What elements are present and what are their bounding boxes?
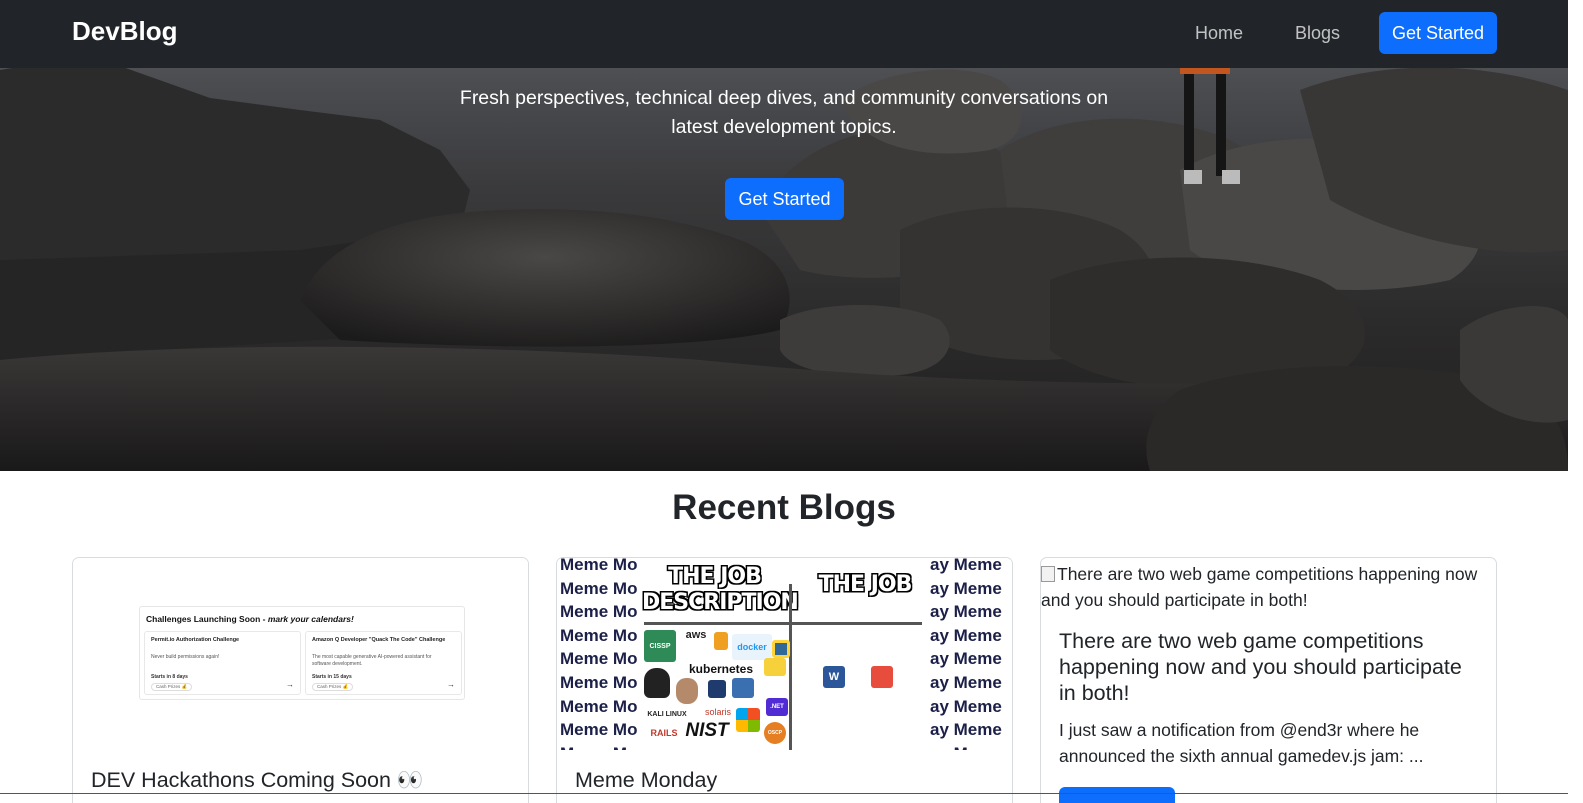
docker-logo-icon: docker bbox=[732, 634, 772, 660]
oscp-logo-icon: OSCP bbox=[764, 722, 786, 744]
meme-repeat-right: ay Meme ay Meme ay Meme ay Meme ay Meme ay Me… bbox=[930, 558, 1002, 750]
hero-background-image bbox=[0, 60, 1568, 471]
kali-linux-logo-icon: KALI LINUX bbox=[647, 710, 687, 718]
blog-card-image: Challenges Launching Soon - mark your ca… bbox=[73, 558, 528, 750]
challenge-box: Amazon Q Developer "Quack The Code" Chal… bbox=[305, 631, 462, 695]
arrow-right-icon: → bbox=[286, 680, 294, 689]
malwarebytes-logo-icon bbox=[708, 680, 726, 698]
blog-card[interactable]: Meme Mo Meme Mo Meme Mo Meme Mo Meme Mo Meme … bbox=[556, 557, 1013, 803]
blog-card[interactable]: There are two web game competitions happ… bbox=[1040, 557, 1497, 803]
recent-blogs-heading: Recent Blogs bbox=[672, 488, 896, 527]
broken-image-icon bbox=[1041, 566, 1055, 582]
python-logo-icon bbox=[772, 640, 790, 658]
blog-card-title[interactable]: Meme Monday bbox=[575, 768, 717, 793]
dotnet-logo-icon: .NET bbox=[766, 698, 788, 716]
rails-logo-icon: RAILS bbox=[650, 728, 678, 738]
challenge-desc: Never build permissions again! bbox=[151, 654, 220, 660]
viewport-bottom-edge bbox=[0, 793, 1568, 794]
hero-get-started-button[interactable]: Get Started bbox=[725, 178, 844, 220]
meme-divider-horizontal bbox=[644, 622, 922, 625]
blog-card-title[interactable]: DEV Hackathons Coming Soon 👀 bbox=[91, 768, 424, 793]
word-logo-icon: W bbox=[823, 666, 845, 688]
misc-logo-icon bbox=[764, 658, 786, 676]
meme-repeat-left: Meme Mo Meme Mo Meme Mo Meme Mo Meme Mo Meme … bbox=[560, 558, 638, 750]
nav-get-started-button[interactable]: Get Started bbox=[1379, 12, 1497, 54]
blog-card-excerpt: I just saw a notification from @end3r wh… bbox=[1059, 720, 1424, 766]
meme-panel: THE JOB DESCRIPTION THE JOB CISSP aws do… bbox=[640, 558, 930, 750]
arrow-right-icon: → bbox=[447, 680, 455, 689]
challenge-box: Permit.io Authorization Challenge Never … bbox=[144, 631, 301, 695]
meme-caption-right: THE JOB bbox=[818, 572, 913, 597]
blog-card[interactable]: Challenges Launching Soon - mark your ca… bbox=[72, 557, 529, 803]
challenge-name: Amazon Q Developer "Quack The Code" Chal… bbox=[312, 637, 446, 643]
challenge-start: Starts in 8 days bbox=[151, 674, 188, 680]
challenges-heading: Challenges Launching Soon - mark your ca… bbox=[146, 614, 354, 624]
linux-tux-icon bbox=[644, 668, 670, 698]
hero-section: Fresh perspectives, technical deep dives… bbox=[0, 0, 1568, 471]
scrollbar-track[interactable] bbox=[1568, 0, 1583, 803]
nav-link-blogs[interactable]: Blogs bbox=[1295, 23, 1340, 44]
aws-logo-icon: aws bbox=[685, 629, 707, 641]
challenge-name: Permit.io Authorization Challenge bbox=[151, 637, 240, 643]
challenges-banner: Challenges Launching Soon - mark your ca… bbox=[139, 606, 465, 700]
read-more-button[interactable] bbox=[1059, 787, 1175, 803]
meme-divider-vertical bbox=[789, 584, 792, 750]
person-face-icon bbox=[676, 678, 698, 704]
brand-logo[interactable]: DevBlog bbox=[72, 16, 177, 47]
hero-subtitle: Fresh perspectives, technical deep dives… bbox=[459, 87, 1109, 138]
html5-logo-icon bbox=[714, 632, 728, 650]
nav-link-home[interactable]: Home bbox=[1195, 23, 1243, 44]
office-logo-icon bbox=[871, 666, 893, 688]
cissp-logo-icon: CISSP bbox=[644, 630, 676, 662]
blog-card-title[interactable]: There are two web game competitions happ… bbox=[1059, 628, 1484, 706]
challenge-desc: The most capable generative AI-powered a… bbox=[312, 654, 432, 667]
solaris-logo-icon: solaris bbox=[704, 707, 731, 717]
kubernetes-logo-icon: kubernetes bbox=[688, 662, 754, 676]
blog-card-image: Meme Mo Meme Mo Meme Mo Meme Mo Meme Mo Meme … bbox=[557, 558, 1012, 750]
windows-logo-icon bbox=[736, 708, 760, 732]
challenge-prize: Cash Prizes 💰 bbox=[312, 683, 354, 691]
page: Fresh perspectives, technical deep dives… bbox=[0, 0, 1583, 803]
blog-card-image-broken: There are two web game competitions happ… bbox=[1041, 564, 1478, 610]
nist-logo-icon: NIST bbox=[685, 720, 729, 741]
wireshark-logo-icon bbox=[732, 678, 754, 698]
challenge-start: Starts in 15 days bbox=[312, 674, 352, 680]
meme-caption-left: THE JOB DESCRIPTION bbox=[642, 564, 799, 615]
navbar: DevBlog Home Blogs Get Started bbox=[0, 0, 1568, 68]
challenge-prize: Cash Prizes 💰 bbox=[151, 683, 193, 691]
